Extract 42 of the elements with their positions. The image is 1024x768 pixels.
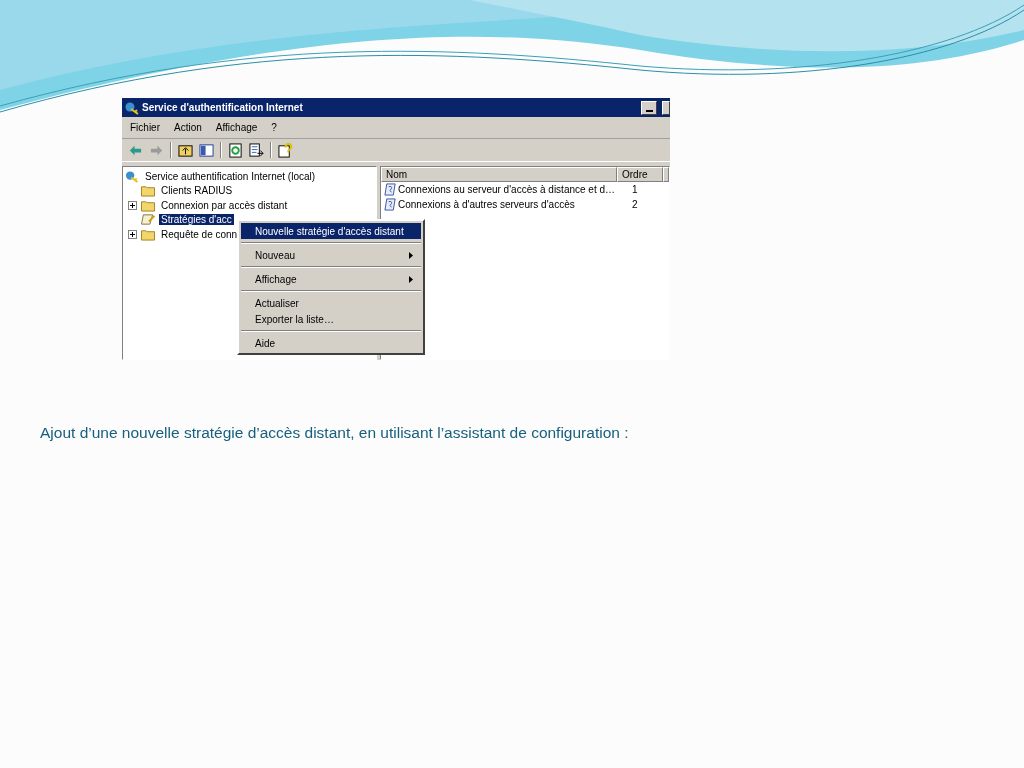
folder-icon [140,184,156,198]
menu-item[interactable]: Actualiser [241,295,421,311]
tree-item[interactable]: Stratégies d'acc [159,214,234,226]
window-title: Service d'authentification Internet [142,102,303,113]
menu-item[interactable]: Action [174,122,202,133]
column-header[interactable]: Ordre [617,167,663,182]
tree-item[interactable]: Requête de conn [159,228,240,240]
column-header[interactable]: Nom [381,167,617,182]
menu-item[interactable]: ? [271,122,277,133]
menu-item[interactable]: Affichage [241,271,421,287]
folder-icon [140,227,156,241]
folder-icon [140,198,156,212]
menu-item[interactable]: Nouvelle stratégie d'accès distant [241,223,421,239]
tree-toggle-icon[interactable] [199,142,214,158]
slide-caption: Ajout d’une nouvelle stratégie d’accès distant, en utilisant l’assistant de configuration : [40,424,629,442]
export-list-icon[interactable] [249,142,264,158]
menu-item[interactable]: Nouveau [241,247,421,263]
submenu-arrow-icon [409,251,413,259]
scroll-key-icon [140,213,156,227]
policy-icon [384,198,397,211]
maximize-button[interactable] [662,100,670,115]
tree-item[interactable]: Connexion par accès distant [159,199,290,211]
list-item[interactable]: Connexions à d'autres serveurs d'accès [398,199,628,210]
minimize-button[interactable] [641,100,657,115]
refresh-icon[interactable] [228,142,243,158]
key-globe-icon [125,100,139,115]
menu-item[interactable]: Aide [241,335,421,351]
tree-item[interactable]: Clients RADIUS [159,185,235,197]
key-globe-icon [124,169,140,183]
help-icon[interactable] [278,142,293,158]
policy-icon [384,183,397,196]
menu-item[interactable]: Affichage [215,122,258,133]
menu-item[interactable]: Fichier [130,122,160,133]
tree-item[interactable]: Service authentification Internet (local) [143,170,318,182]
list-item[interactable]: Connexions au serveur d'accès à distance et d… [398,184,628,195]
table-cell-text: 2 [631,199,638,210]
expand-icon[interactable] [128,229,137,239]
up-folder-icon[interactable] [178,142,193,158]
submenu-arrow-icon [409,275,413,283]
menu-item[interactable]: Exporter la liste… [241,311,421,327]
table-cell-text: 1 [631,184,638,195]
expand-icon[interactable] [128,200,137,210]
